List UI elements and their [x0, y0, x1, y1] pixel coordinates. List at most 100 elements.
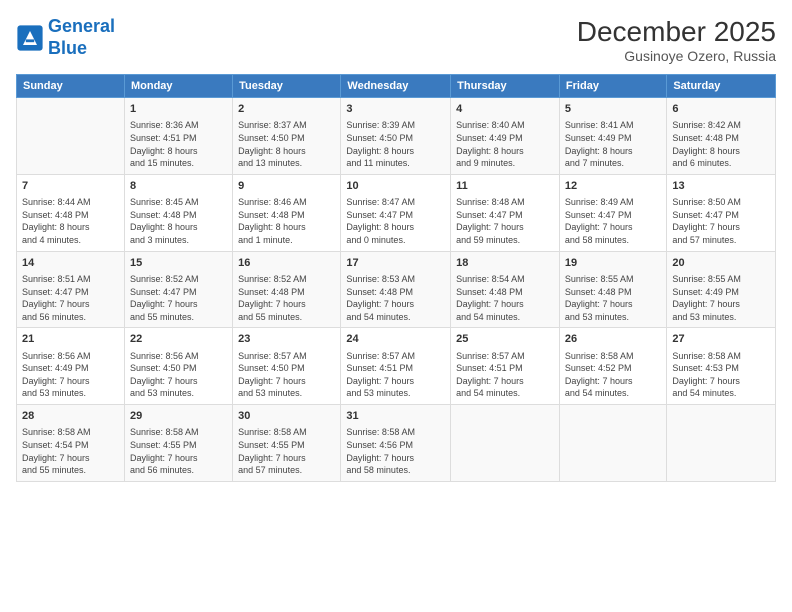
day-info: and 7 minutes.: [565, 157, 661, 170]
day-info: Daylight: 7 hours: [130, 452, 227, 465]
day-info: Sunrise: 8:41 AM: [565, 119, 661, 132]
day-info: Sunrise: 8:50 AM: [672, 196, 770, 209]
week-row-4: 28Sunrise: 8:58 AMSunset: 4:54 PMDayligh…: [17, 405, 776, 482]
day-info: Daylight: 7 hours: [238, 452, 335, 465]
day-number: 28: [22, 409, 119, 424]
day-info: Sunrise: 8:57 AM: [238, 350, 335, 363]
day-cell: 13Sunrise: 8:50 AMSunset: 4:47 PMDayligh…: [667, 174, 776, 251]
day-info: Sunrise: 8:58 AM: [22, 426, 119, 439]
day-info: Sunrise: 8:58 AM: [238, 426, 335, 439]
day-info: Daylight: 7 hours: [22, 452, 119, 465]
day-info: and 53 minutes.: [565, 311, 661, 324]
day-info: Daylight: 7 hours: [346, 298, 445, 311]
day-info: Sunset: 4:49 PM: [565, 132, 661, 145]
day-info: and 6 minutes.: [672, 157, 770, 170]
day-cell: 18Sunrise: 8:54 AMSunset: 4:48 PMDayligh…: [451, 251, 560, 328]
day-info: and 54 minutes.: [672, 387, 770, 400]
day-info: Daylight: 8 hours: [238, 145, 335, 158]
day-info: and 55 minutes.: [22, 464, 119, 477]
day-cell: 28Sunrise: 8:58 AMSunset: 4:54 PMDayligh…: [17, 405, 125, 482]
logo: General Blue: [16, 16, 115, 59]
day-number: 18: [456, 256, 554, 271]
day-info: Sunrise: 8:37 AM: [238, 119, 335, 132]
week-row-2: 14Sunrise: 8:51 AMSunset: 4:47 PMDayligh…: [17, 251, 776, 328]
day-info: Sunset: 4:47 PM: [346, 209, 445, 222]
day-info: and 13 minutes.: [238, 157, 335, 170]
day-cell: 7Sunrise: 8:44 AMSunset: 4:48 PMDaylight…: [17, 174, 125, 251]
calendar-table: Sunday Monday Tuesday Wednesday Thursday…: [16, 74, 776, 482]
day-info: Daylight: 7 hours: [130, 375, 227, 388]
day-cell: 20Sunrise: 8:55 AMSunset: 4:49 PMDayligh…: [667, 251, 776, 328]
day-info: Sunset: 4:55 PM: [130, 439, 227, 452]
day-info: Daylight: 7 hours: [238, 375, 335, 388]
day-number: 8: [130, 179, 227, 194]
day-cell: 25Sunrise: 8:57 AMSunset: 4:51 PMDayligh…: [451, 328, 560, 405]
day-info: Daylight: 8 hours: [22, 221, 119, 234]
day-info: and 53 minutes.: [346, 387, 445, 400]
day-cell: 22Sunrise: 8:56 AMSunset: 4:50 PMDayligh…: [124, 328, 232, 405]
day-cell: 23Sunrise: 8:57 AMSunset: 4:50 PMDayligh…: [233, 328, 341, 405]
header-row: Sunday Monday Tuesday Wednesday Thursday…: [17, 75, 776, 98]
week-row-1: 7Sunrise: 8:44 AMSunset: 4:48 PMDaylight…: [17, 174, 776, 251]
day-info: and 15 minutes.: [130, 157, 227, 170]
day-cell: 16Sunrise: 8:52 AMSunset: 4:48 PMDayligh…: [233, 251, 341, 328]
day-number: 30: [238, 409, 335, 424]
day-info: Sunset: 4:49 PM: [22, 362, 119, 375]
day-info: Daylight: 8 hours: [346, 145, 445, 158]
day-cell: 5Sunrise: 8:41 AMSunset: 4:49 PMDaylight…: [559, 98, 666, 175]
day-info: Sunset: 4:48 PM: [456, 286, 554, 299]
day-cell: 26Sunrise: 8:58 AMSunset: 4:52 PMDayligh…: [559, 328, 666, 405]
day-info: Sunset: 4:47 PM: [456, 209, 554, 222]
day-info: Sunset: 4:50 PM: [130, 362, 227, 375]
day-info: Daylight: 8 hours: [238, 221, 335, 234]
day-info: Daylight: 8 hours: [672, 145, 770, 158]
day-info: Daylight: 8 hours: [565, 145, 661, 158]
day-cell: [667, 405, 776, 482]
day-info: Sunrise: 8:57 AM: [346, 350, 445, 363]
day-number: 27: [672, 332, 770, 347]
day-cell: 8Sunrise: 8:45 AMSunset: 4:48 PMDaylight…: [124, 174, 232, 251]
day-info: Daylight: 7 hours: [565, 375, 661, 388]
day-info: Sunrise: 8:58 AM: [672, 350, 770, 363]
day-cell: 3Sunrise: 8:39 AMSunset: 4:50 PMDaylight…: [341, 98, 451, 175]
day-number: 15: [130, 256, 227, 271]
day-info: and 54 minutes.: [456, 387, 554, 400]
day-number: 7: [22, 179, 119, 194]
day-info: and 59 minutes.: [456, 234, 554, 247]
day-number: 23: [238, 332, 335, 347]
day-cell: 14Sunrise: 8:51 AMSunset: 4:47 PMDayligh…: [17, 251, 125, 328]
day-info: Daylight: 7 hours: [565, 221, 661, 234]
day-info: Sunrise: 8:55 AM: [672, 273, 770, 286]
title-section: December 2025 Gusinoye Ozero, Russia: [577, 16, 776, 64]
day-info: Sunrise: 8:58 AM: [130, 426, 227, 439]
col-wednesday: Wednesday: [341, 75, 451, 98]
day-number: 9: [238, 179, 335, 194]
day-number: 11: [456, 179, 554, 194]
day-info: Daylight: 7 hours: [456, 375, 554, 388]
day-info: Sunrise: 8:49 AM: [565, 196, 661, 209]
day-info: and 11 minutes.: [346, 157, 445, 170]
day-number: 12: [565, 179, 661, 194]
day-number: 13: [672, 179, 770, 194]
day-info: and 54 minutes.: [456, 311, 554, 324]
day-info: Sunrise: 8:40 AM: [456, 119, 554, 132]
day-info: and 9 minutes.: [456, 157, 554, 170]
day-info: Daylight: 7 hours: [238, 298, 335, 311]
day-info: and 53 minutes.: [672, 311, 770, 324]
day-info: Sunrise: 8:48 AM: [456, 196, 554, 209]
day-info: Daylight: 7 hours: [456, 298, 554, 311]
day-info: Sunset: 4:48 PM: [130, 209, 227, 222]
col-saturday: Saturday: [667, 75, 776, 98]
day-info: Sunset: 4:53 PM: [672, 362, 770, 375]
day-cell: 19Sunrise: 8:55 AMSunset: 4:48 PMDayligh…: [559, 251, 666, 328]
day-info: Daylight: 7 hours: [672, 221, 770, 234]
day-info: Sunrise: 8:47 AM: [346, 196, 445, 209]
day-info: Sunrise: 8:42 AM: [672, 119, 770, 132]
day-info: Daylight: 8 hours: [130, 221, 227, 234]
day-cell: 1Sunrise: 8:36 AMSunset: 4:51 PMDaylight…: [124, 98, 232, 175]
day-info: and 0 minutes.: [346, 234, 445, 247]
day-info: and 56 minutes.: [22, 311, 119, 324]
day-info: Sunrise: 8:53 AM: [346, 273, 445, 286]
day-info: Daylight: 7 hours: [22, 298, 119, 311]
day-info: and 53 minutes.: [130, 387, 227, 400]
